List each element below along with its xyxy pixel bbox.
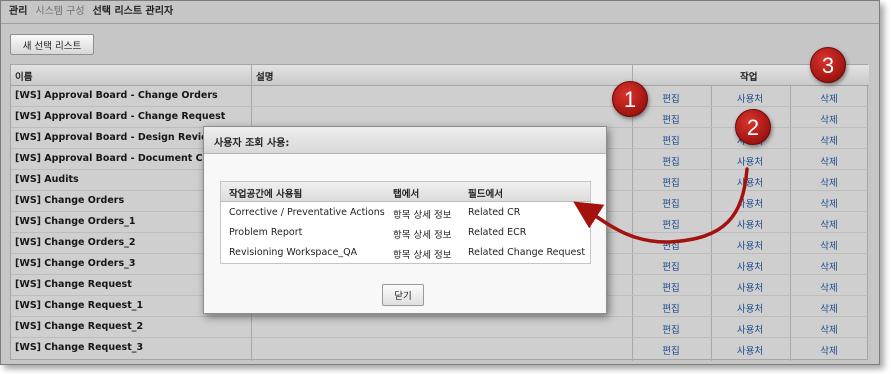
app-window: 관리 시스템 구성 선택 리스트 관리자 새 선택 리스트 이름 설명 작업 [… — [0, 0, 880, 365]
callout-badge-2: 2 — [735, 109, 771, 145]
callout-arrow-icon — [573, 167, 749, 244]
callout-badge-3: 3 — [810, 47, 846, 83]
callout-badge-1: 1 — [612, 81, 648, 117]
